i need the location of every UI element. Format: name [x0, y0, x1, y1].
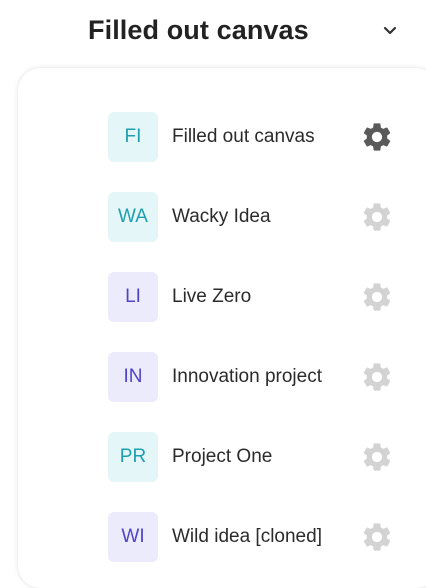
canvas-name: Live Zero — [172, 286, 252, 308]
chevron-down-icon[interactable] — [376, 16, 404, 44]
canvas-item-filled-out-canvas[interactable]: FI Filled out canvas — [108, 112, 426, 162]
canvas-badge: PR — [108, 432, 158, 482]
gear-icon[interactable] — [360, 520, 394, 554]
canvas-name: Wild idea [cloned] — [172, 526, 322, 548]
canvas-name: Wacky Idea — [172, 206, 271, 228]
gear-icon[interactable] — [360, 120, 394, 154]
canvas-badge: FI — [108, 112, 158, 162]
canvas-item-innovation-project[interactable]: IN Innovation project — [108, 352, 426, 402]
canvas-item-project-one[interactable]: PR Project One — [108, 432, 426, 482]
canvas-name: Project One — [172, 446, 273, 468]
canvas-selector-label: Filled out canvas — [88, 14, 309, 45]
canvas-name: Innovation project — [172, 366, 322, 388]
canvas-name: Filled out canvas — [172, 126, 315, 148]
gear-icon[interactable] — [360, 280, 394, 314]
canvas-badge: LI — [108, 272, 158, 322]
canvas-item-wacky-idea[interactable]: WA Wacky Idea — [108, 192, 426, 242]
canvas-item-live-zero[interactable]: LI Live Zero — [108, 272, 426, 322]
canvas-badge: IN — [108, 352, 158, 402]
canvas-dropdown-menu: FI Filled out canvas WA Wacky Idea LI Li… — [18, 68, 426, 588]
canvas-item-wild-idea-cloned[interactable]: WI Wild idea [cloned] — [108, 512, 426, 562]
canvas-badge: WA — [108, 192, 158, 242]
gear-icon[interactable] — [360, 360, 394, 394]
gear-icon[interactable] — [360, 440, 394, 474]
canvas-selector[interactable]: Filled out canvas — [88, 10, 408, 50]
gear-icon[interactable] — [360, 200, 394, 234]
canvas-badge: WI — [108, 512, 158, 562]
